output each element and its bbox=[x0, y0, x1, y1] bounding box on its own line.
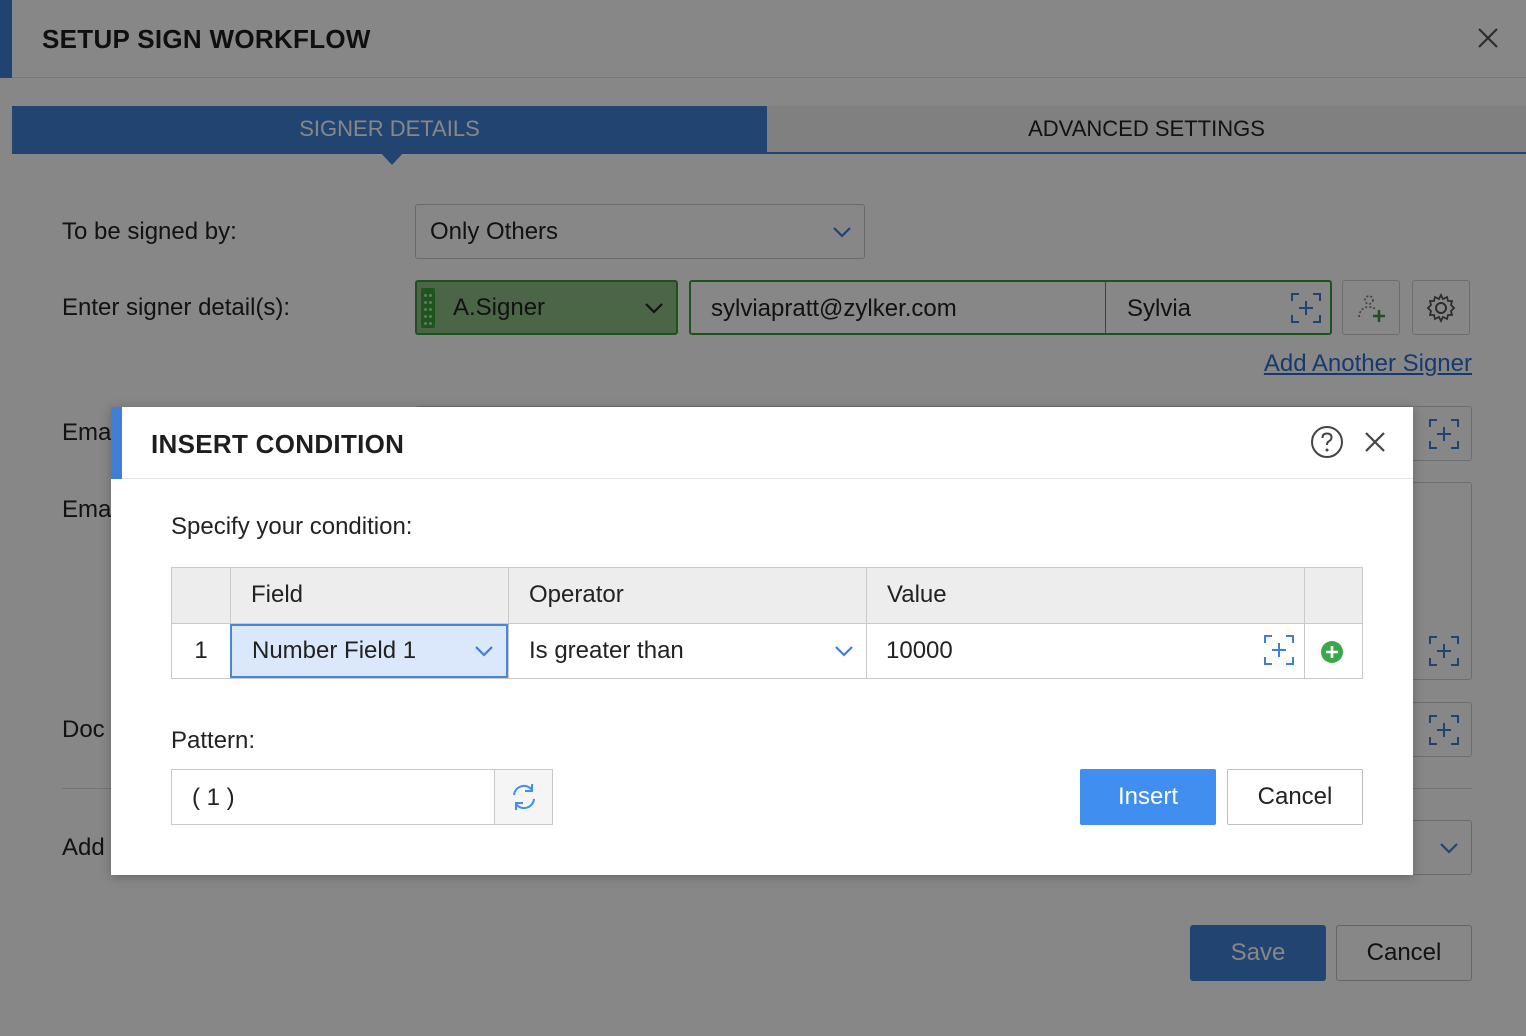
row-number: 1 bbox=[194, 637, 208, 664]
modal-header: INSERT CONDITION bbox=[122, 407, 1413, 479]
close-icon[interactable] bbox=[1360, 427, 1390, 457]
field-select-value: Number Field 1 bbox=[252, 637, 417, 664]
condition-table: Field Operator Value 1 Number Field 1 Is… bbox=[171, 567, 1363, 679]
modal-accent-bar bbox=[111, 407, 122, 479]
reset-pattern-button[interactable] bbox=[494, 770, 552, 824]
pattern-input-value: ( 1 ) bbox=[192, 784, 235, 811]
help-icon[interactable] bbox=[1310, 425, 1344, 459]
pattern-label: Pattern: bbox=[171, 727, 256, 754]
insert-condition-modal: INSERT CONDITION Specify your condition:… bbox=[111, 407, 1413, 875]
operator-select-value: Is greater than bbox=[529, 637, 684, 664]
header-value: Value bbox=[887, 581, 947, 608]
modal-cancel-button[interactable]: Cancel bbox=[1227, 769, 1363, 825]
column-divider bbox=[1304, 568, 1305, 678]
insert-field-icon[interactable] bbox=[1262, 633, 1296, 667]
chevron-down-icon bbox=[835, 646, 853, 657]
refresh-icon bbox=[512, 784, 535, 810]
value-input[interactable]: 10000 bbox=[866, 624, 1304, 678]
add-condition-icon[interactable] bbox=[1320, 640, 1344, 664]
header-field: Field bbox=[251, 581, 304, 608]
pattern-input[interactable]: ( 1 ) bbox=[171, 769, 553, 825]
header-operator: Operator bbox=[529, 581, 624, 608]
chevron-down-icon bbox=[475, 646, 493, 657]
specify-condition-label: Specify your condition: bbox=[171, 513, 413, 540]
operator-select[interactable]: Is greater than bbox=[508, 624, 866, 678]
value-input-text: 10000 bbox=[886, 637, 953, 664]
modal-title: INSERT CONDITION bbox=[151, 429, 405, 459]
insert-button[interactable]: Insert bbox=[1080, 769, 1216, 825]
condition-table-header bbox=[172, 568, 1362, 624]
field-select[interactable]: Number Field 1 bbox=[230, 624, 508, 678]
